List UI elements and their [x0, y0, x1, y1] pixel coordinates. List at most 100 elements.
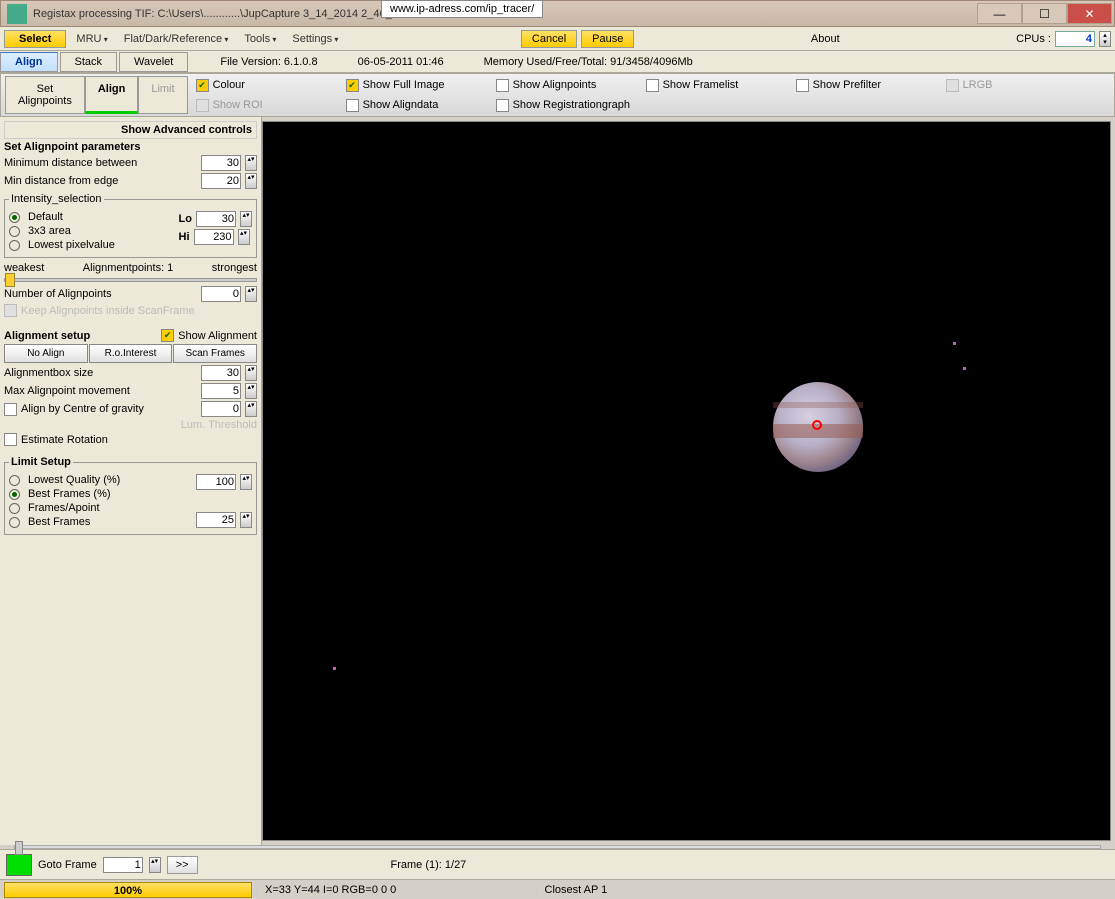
hi-label: Hi — [179, 231, 190, 243]
show-full-image-checkbox[interactable]: Show Full Image — [346, 78, 486, 92]
stage-tabs: Align Stack Wavelet File Version: 6.1.0.… — [0, 51, 1115, 73]
radio-default[interactable]: Default — [9, 211, 179, 223]
show-alignment-checkbox[interactable] — [161, 329, 174, 342]
image-viewport[interactable] — [262, 121, 1111, 841]
url-overlay: www.ip-adress.com/ip_tracer/ — [381, 0, 543, 18]
memory-label: Memory Used/Free/Total: 91/3458/4096Mb — [484, 56, 693, 68]
tab-wavelet[interactable]: Wavelet — [119, 52, 188, 72]
lum-threshold-label: Lum. Threshold — [181, 419, 257, 431]
hi-spinner[interactable]: ▴▾ — [238, 229, 250, 245]
file-version-label: File Version: 6.1.0.8 — [220, 56, 317, 68]
lo-input[interactable] — [196, 211, 236, 227]
min-edge-spinner[interactable]: ▴▾ — [245, 173, 257, 189]
lrgb-checkbox: LRGB — [946, 78, 1086, 92]
min-distance-input[interactable] — [201, 155, 241, 171]
keep-inside-checkbox: Keep Alignpoints inside ScanFrame — [4, 304, 257, 317]
status-bar: 100% X=33 Y=44 I=0 RGB=0 0 0 Closest AP … — [0, 879, 1115, 899]
goto-frame-input[interactable] — [103, 857, 143, 873]
settings-menu[interactable]: Settings — [286, 31, 344, 47]
no-align-button[interactable]: No Align — [4, 344, 88, 363]
limit-setup-title: Limit Setup — [9, 456, 73, 468]
cpus-input[interactable] — [1055, 31, 1095, 47]
num-alignpoints-spinner[interactable]: ▴▾ — [245, 286, 257, 302]
limit-val2-spinner[interactable]: ▴▾ — [240, 512, 252, 528]
alignment-setup-title: Alignment setup — [4, 330, 157, 342]
minimize-button[interactable]: — — [977, 3, 1022, 24]
progress-bar: 100% — [4, 882, 252, 898]
tools-menu[interactable]: Tools — [238, 31, 282, 47]
radio-3x3[interactable]: 3x3 area — [9, 225, 179, 237]
radio-frames-apoint[interactable]: Frames/Apoint — [9, 502, 196, 514]
alignbox-spinner[interactable]: ▴▾ — [245, 365, 257, 381]
cog-input[interactable] — [201, 401, 241, 417]
limit-val1-input[interactable] — [196, 474, 236, 490]
coords-label: X=33 Y=44 I=0 RGB=0 0 0 — [256, 884, 536, 896]
radio-best-frames[interactable]: Best Frames — [9, 516, 196, 528]
titlebar: Registax processing TIF: C:\Users\......… — [0, 0, 1115, 27]
show-roi-checkbox: Show ROI — [196, 98, 336, 112]
scan-frames-button[interactable]: Scan Frames — [173, 344, 257, 363]
show-reggraph-checkbox[interactable]: Show Registrationgraph — [496, 98, 636, 112]
frame-slider[interactable] — [14, 845, 1101, 849]
maximize-button[interactable]: ☐ — [1022, 3, 1067, 24]
alignpoint-marker[interactable] — [812, 420, 822, 430]
max-move-input[interactable] — [201, 383, 241, 399]
intensity-selection-group: Intensity_selection Default 3x3 area Low… — [4, 193, 257, 258]
cog-spinner[interactable]: ▴▾ — [245, 401, 257, 417]
show-aligndata-checkbox[interactable]: Show Aligndata — [346, 98, 486, 112]
min-edge-input[interactable] — [201, 173, 241, 189]
mru-menu[interactable]: MRU — [70, 31, 113, 47]
select-button[interactable]: Select — [4, 30, 66, 48]
set-alignpoint-params-title: Set Alignpoint parameters — [4, 141, 257, 153]
tab-align[interactable]: Align — [0, 52, 58, 72]
hi-input[interactable] — [194, 229, 234, 245]
show-framelist-checkbox[interactable]: Show Framelist — [646, 78, 786, 92]
app-icon — [7, 4, 27, 24]
min-distance-spinner[interactable]: ▴▾ — [245, 155, 257, 171]
estimate-rotation-checkbox[interactable] — [4, 433, 17, 446]
close-button[interactable]: ✕ — [1067, 3, 1112, 24]
limit-val2-input[interactable] — [196, 512, 236, 528]
cpus-spinner[interactable]: ▴▾ — [1099, 31, 1111, 47]
goto-frame-label: Goto Frame — [38, 859, 97, 871]
radio-lowest-quality[interactable]: Lowest Quality (%) — [9, 474, 196, 486]
flat-dark-menu[interactable]: Flat/Dark/Reference — [118, 31, 235, 47]
play-indicator[interactable] — [6, 854, 32, 876]
subtab-align[interactable]: Align — [85, 76, 139, 114]
align-toolbar: Set Alignpoints Align Limit Colour Show … — [0, 73, 1115, 117]
pause-button[interactable]: Pause — [581, 30, 634, 48]
alignbox-input[interactable] — [201, 365, 241, 381]
limit-setup-group: Limit Setup Lowest Quality (%) Best Fram… — [4, 456, 257, 535]
cancel-button[interactable]: Cancel — [521, 30, 577, 48]
estimate-rotation-label: Estimate Rotation — [21, 434, 108, 446]
roi-button[interactable]: R.o.Interest — [89, 344, 173, 363]
tab-stack[interactable]: Stack — [60, 52, 118, 72]
min-edge-label: Min distance from edge — [4, 175, 197, 187]
bottom-bar: Goto Frame ▴▾ >> Frame (1): 1/27 — [0, 849, 1115, 879]
colour-checkbox[interactable]: Colour — [196, 78, 336, 92]
max-move-spinner[interactable]: ▴▾ — [245, 383, 257, 399]
radio-lowest-pixel[interactable]: Lowest pixelvalue — [9, 239, 179, 251]
about-link[interactable]: About — [811, 33, 840, 45]
strength-slider[interactable] — [4, 278, 257, 282]
radio-best-frames-pct[interactable]: Best Frames (%) — [9, 488, 196, 500]
alignmentpoints-count: Alignmentpoints: 1 — [83, 262, 174, 274]
main-toolbar: Select MRU Flat/Dark/Reference Tools Set… — [0, 27, 1115, 51]
step-button[interactable]: >> — [167, 856, 198, 874]
num-alignpoints-input[interactable] — [201, 286, 241, 302]
subtab-set-alignpoints[interactable]: Set Alignpoints — [5, 76, 85, 114]
alignbox-label: Alignmentbox size — [4, 367, 197, 379]
limit-val1-spinner[interactable]: ▴▾ — [240, 474, 252, 490]
align-cog-checkbox[interactable] — [4, 403, 17, 416]
closest-ap-label: Closest AP 1 — [536, 884, 816, 896]
num-alignpoints-label: Number of Alignpoints — [4, 288, 197, 300]
align-cog-label: Align by Centre of gravity — [21, 403, 197, 415]
show-alignpoints-checkbox[interactable]: Show Alignpoints — [496, 78, 636, 92]
lo-spinner[interactable]: ▴▾ — [240, 211, 252, 227]
sidebar: Show Advanced controls Set Alignpoint pa… — [0, 117, 262, 845]
frame-indicator: Frame (1): 1/27 — [204, 859, 654, 871]
min-distance-label: Minimum distance between — [4, 157, 197, 169]
show-advanced-controls[interactable]: Show Advanced controls — [4, 121, 257, 139]
goto-frame-spinner[interactable]: ▴▾ — [149, 857, 161, 873]
show-prefilter-checkbox[interactable]: Show Prefilter — [796, 78, 936, 92]
